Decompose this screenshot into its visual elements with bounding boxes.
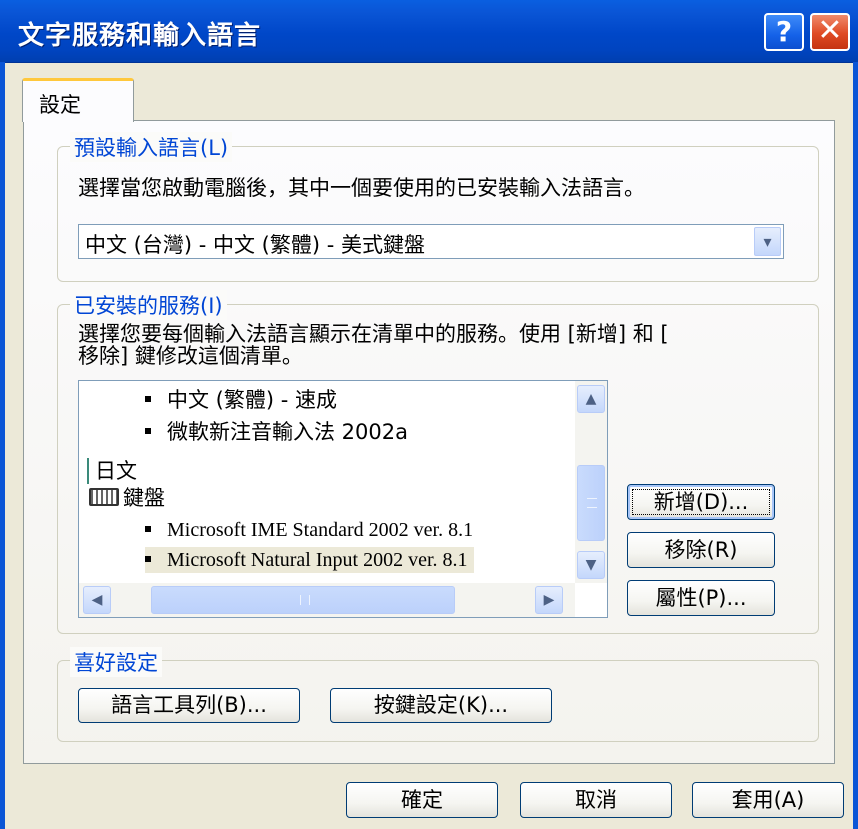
list-item-label: 日文 — [95, 459, 137, 483]
remove-button[interactable]: 移除(R) — [627, 532, 775, 568]
tab-settings[interactable]: 設定 — [22, 78, 134, 122]
vertical-scrollbar[interactable]: ▲ ▼ — [575, 381, 607, 583]
chevron-down-icon[interactable]: ▾ — [754, 227, 781, 256]
installed-services-description-line2: 移除] 鍵修改這個清單。 — [78, 344, 303, 368]
apply-button[interactable]: 套用(A) — [692, 782, 844, 818]
installed-services-description-line1: 選擇您要每個輸入法語言顯示在清單中的服務。使用 [新增] 和 [ — [78, 322, 669, 346]
scroll-left-button[interactable]: ◀ — [83, 586, 111, 614]
list-item[interactable]: 中文 (繁體) - 速成 — [145, 387, 337, 413]
list-item[interactable]: Microsoft IME Standard 2002 ver. 8.1 — [145, 517, 473, 543]
scroll-down-button[interactable]: ▼ — [577, 551, 605, 579]
list-item-language[interactable]: 日文 — [95, 458, 137, 484]
properties-button-label: 屬性(P)... — [655, 586, 747, 610]
default-language-group — [57, 146, 819, 282]
list-item-selected[interactable]: Microsoft Natural Input 2002 ver. 8.1 — [145, 547, 474, 573]
properties-button[interactable]: 屬性(P)... — [627, 580, 775, 616]
list-item-category[interactable]: 鍵盤 — [89, 485, 165, 511]
window-title: 文字服務和輸入語言 — [18, 21, 262, 51]
preferences-group-label: 喜好設定 — [70, 647, 162, 677]
language-bar-button-label: 語言工具列(B)... — [111, 693, 267, 717]
ok-button-label: 確定 — [401, 788, 443, 812]
focus-rect — [632, 489, 770, 515]
scroll-right-button[interactable]: ▶ — [535, 586, 563, 614]
grip-icon — [587, 498, 597, 508]
default-language-description: 選擇當您啟動電腦後，其中一個要使用的已安裝輸入法語言。 — [78, 176, 645, 200]
list-item[interactable]: 微軟新注音輸入法 2002a — [145, 419, 408, 445]
title-bar[interactable]: 文字服務和輸入語言 ? ✕ — [0, 0, 858, 63]
ok-button[interactable]: 確定 — [346, 782, 498, 818]
cancel-button-label: 取消 — [575, 788, 617, 812]
list-item-label: 中文 (繁體) - 速成 — [167, 388, 337, 412]
installed-services-list[interactable]: 中文 (繁體) - 速成 微軟新注音輸入法 2002a 日文 鍵盤 Micros… — [78, 380, 608, 618]
key-settings-button[interactable]: 按鍵設定(K)... — [330, 688, 552, 723]
list-item-label: 微軟新注音輸入法 2002a — [167, 420, 408, 444]
horizontal-scroll-thumb[interactable] — [151, 586, 455, 614]
list-item-label: Microsoft IME Standard 2002 ver. 8.1 — [167, 519, 474, 541]
close-button[interactable]: ✕ — [810, 13, 850, 51]
window-frame-left — [0, 62, 5, 829]
keyboard-icon — [89, 488, 119, 506]
installed-services-group-label: 已安裝的服務(I) — [70, 290, 227, 320]
apply-button-label: 套用(A) — [731, 788, 805, 812]
help-button[interactable]: ? — [764, 13, 804, 51]
list-item-label: 鍵盤 — [123, 486, 165, 510]
default-language-value: 中文 (台灣) - 中文 (繁體) - 美式鍵盤 — [85, 233, 425, 257]
remove-button-label: 移除(R) — [664, 538, 738, 562]
horizontal-scrollbar[interactable]: ◀ ▶ — [79, 583, 575, 617]
default-language-dropdown[interactable]: 中文 (台灣) - 中文 (繁體) - 美式鍵盤 ▾ — [78, 224, 784, 259]
bullet-icon — [145, 556, 151, 563]
cancel-button[interactable]: 取消 — [520, 782, 672, 818]
default-language-group-label: 預設輸入語言(L) — [70, 132, 233, 162]
list-item-label: Microsoft Natural Input 2002 ver. 8.1 — [167, 549, 468, 571]
grip-icon — [300, 595, 310, 605]
window-frame-right — [853, 62, 858, 829]
bullet-icon — [145, 526, 151, 533]
scroll-up-button[interactable]: ▲ — [577, 385, 605, 413]
language-bar-button[interactable]: 語言工具列(B)... — [78, 688, 300, 723]
vertical-scroll-thumb[interactable] — [577, 465, 605, 541]
focus-indicator — [87, 458, 89, 484]
tab-settings-label: 設定 — [39, 93, 81, 117]
bullet-icon — [145, 396, 151, 402]
bullet-icon — [145, 428, 151, 434]
key-settings-button-label: 按鍵設定(K)... — [373, 693, 509, 717]
add-button[interactable]: 新增(D)... — [627, 484, 775, 520]
